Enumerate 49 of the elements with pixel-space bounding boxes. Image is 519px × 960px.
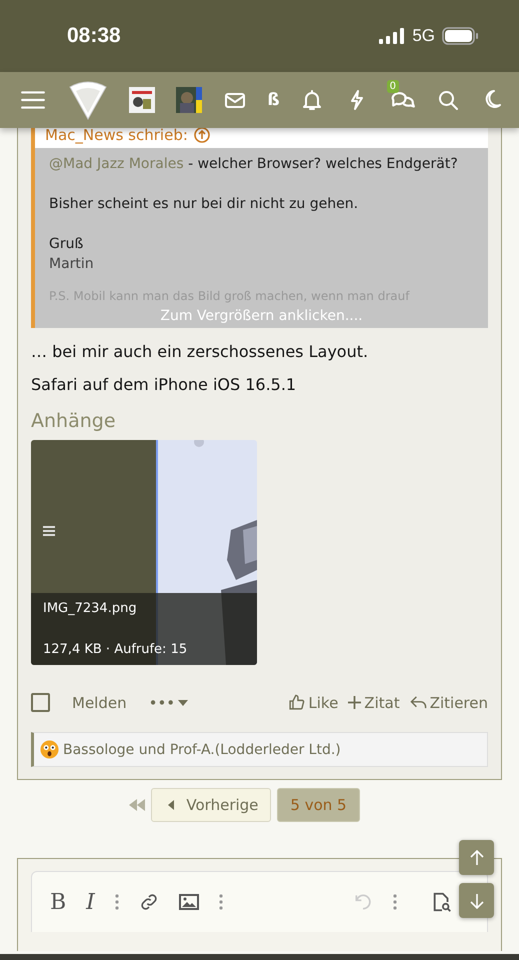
quote-signature: Martin [49,255,95,274]
battery-icon [442,27,479,45]
reactions-bar[interactable]: Bassologe und Prof-A.(Lodderleder Ltd.) [31,732,488,767]
post-text: Safari auf dem iPhone iOS 16.5.1 [31,375,298,394]
report-link[interactable]: Melden [72,694,127,712]
thumbs-up-icon[interactable] [288,694,306,711]
arrow-down-icon[interactable] [468,892,484,908]
search-icon[interactable] [436,88,460,112]
scroll-up-button[interactable] [459,840,494,875]
shocked-face-icon [40,740,59,759]
notification-badge: 0 [386,80,399,93]
plus-icon[interactable] [348,696,362,709]
network-label: 5G [412,26,435,46]
reply-arrow-icon[interactable] [410,695,427,710]
attachment-meta: 127,4 KB · Aufrufe: 15 [43,642,188,657]
more-options-icon[interactable] [218,894,223,910]
attachment-filename[interactable]: IMG_7234.png [43,601,245,616]
scroll-down-button[interactable] [459,883,494,918]
previous-button[interactable]: Vorherige [151,788,272,822]
avatar[interactable] [176,87,202,113]
first-page-icon[interactable] [129,799,146,811]
preview-icon[interactable] [431,891,453,913]
like-button[interactable]: Like [288,694,338,712]
more-options-icon[interactable] [393,894,397,910]
more-options-icon[interactable] [114,894,119,910]
quote-author[interactable]: Mac_News schrieb: [45,128,188,144]
quote-text: Bisher scheint es nur bei dir nicht zu gehen. [49,195,360,214]
select-checkbox[interactable] [31,693,50,712]
italic-button[interactable]: I [86,890,95,914]
quote-text: Gruß [49,235,84,254]
reactions-text: Bassologe und Prof-A.(Lodderleder Ltd.) [63,742,341,758]
page-indicator[interactable]: 5 von 5 [277,788,360,822]
caret-icon[interactable] [178,698,188,706]
caret-left-icon[interactable] [168,800,174,810]
reply-button[interactable]: Zitieren [410,694,488,712]
quote-button[interactable]: Zitat [348,694,400,712]
arrow-up-icon[interactable] [468,850,484,866]
link-icon[interactable] [138,892,159,912]
avatar[interactable] [129,87,156,113]
quote-text: @Mad Jazz Morales - welcher Browser? welches Endgerät? [49,155,459,174]
signal-icon [379,28,406,44]
beta-link[interactable]: ß [267,90,280,110]
shield-logo[interactable] [66,79,109,121]
image-icon[interactable] [178,894,199,910]
bold-button[interactable]: B [50,890,66,914]
attachments-heading: Anhänge [31,410,117,432]
status-time: 08:38 [67,24,122,48]
more-menu[interactable]: ••• [148,694,188,712]
post-text: … bei mir auch ein zerschossenes Layout. [31,342,370,361]
